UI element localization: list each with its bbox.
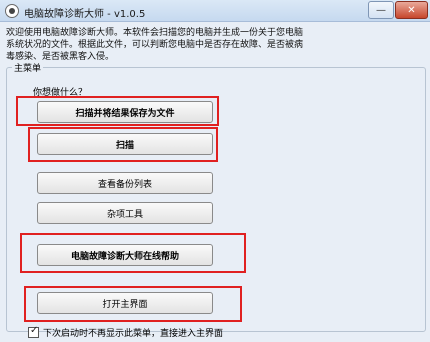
description-line: 毒感染、是否被黑客入侵。 <box>6 52 115 62</box>
misc-tools-button[interactable]: 杂项工具 <box>37 202 213 224</box>
window-title: 电脑故障诊断大师 - v1.0.5 <box>24 9 146 20</box>
main-window: 电脑故障诊断大师 - v1.0.5 — ✕ 欢迎使用电脑故障诊断大师。本软件会扫… <box>0 0 430 342</box>
close-button[interactable]: ✕ <box>395 1 428 19</box>
highlight-box <box>20 233 246 273</box>
highlight-box <box>24 286 242 322</box>
view-backup-list-button[interactable]: 查看备份列表 <box>37 172 213 194</box>
welcome-description: 欢迎使用电脑故障诊断大师。本软件会扫描您的电脑并生成一份关于您电脑 系统状况的文… <box>6 27 426 63</box>
highlight-box <box>28 127 218 162</box>
title-bar[interactable]: 电脑故障诊断大师 - v1.0.5 — ✕ <box>0 0 430 22</box>
description-line: 系统状况的文件。根据此文件，可以判断您电脑中是否存在故障、是否被病 <box>6 40 304 50</box>
app-icon <box>5 4 19 18</box>
description-line: 欢迎使用电脑故障诊断大师。本软件会扫描您的电脑并生成一份关于您电脑 <box>6 28 304 38</box>
minimize-button[interactable]: — <box>368 1 394 19</box>
skip-menu-option[interactable]: 下次启动时不再显示此菜单，直接进入主界面 <box>28 325 223 339</box>
highlight-box <box>16 96 219 126</box>
skip-menu-checkbox[interactable] <box>28 325 39 338</box>
skip-menu-label[interactable]: 下次启动时不再显示此菜单，直接进入主界面 <box>43 326 223 339</box>
main-menu-title: 主菜单 <box>12 61 44 74</box>
